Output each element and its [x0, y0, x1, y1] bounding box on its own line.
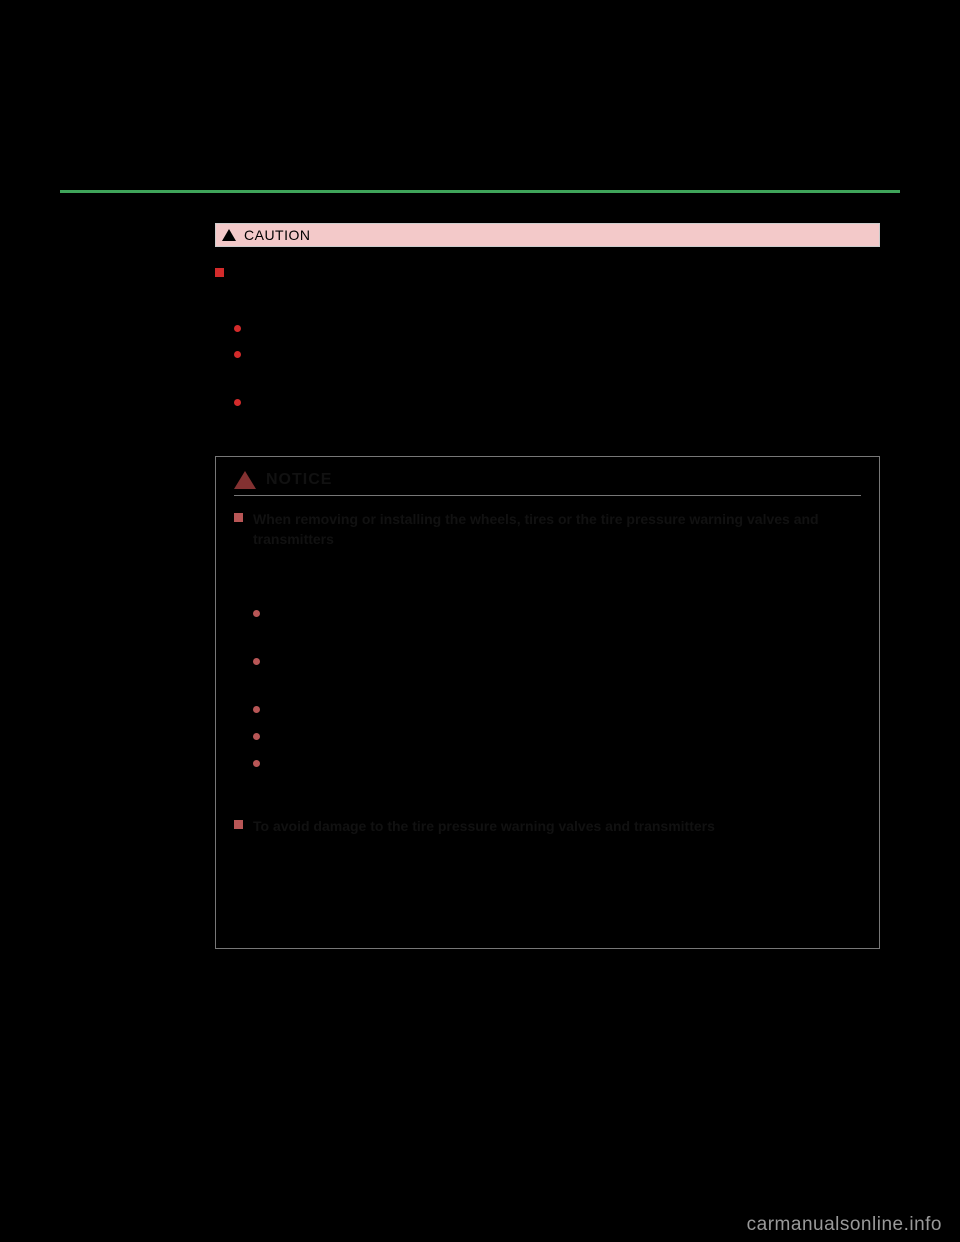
section-title: To avoid damage to the tire pressure war…: [253, 817, 715, 837]
notice-section-1: When removing or installing the wheels, …: [234, 510, 861, 796]
list-item: When the tire pressure warning valve and…: [253, 728, 861, 749]
list-item: When a tire pressure warning valve and t…: [253, 605, 861, 647]
content-column: CAUTION Cautions regarding the use of th…: [215, 223, 880, 949]
bullet-dot-icon: [234, 351, 241, 358]
section-title: When removing or installing the wheels, …: [253, 510, 861, 549]
section-head: To avoid damage to the tire pressure war…: [234, 817, 861, 837]
notice-header: NOTICE: [234, 471, 861, 496]
notice-box: NOTICE When removing or installing the w…: [215, 456, 880, 949]
section-intro: In the following situations, the tire pr…: [253, 555, 861, 597]
section-head: When removing or installing the wheels, …: [234, 510, 861, 549]
list-item: When a wheel without a tire pressure war…: [234, 320, 880, 341]
square-bullet-icon: [215, 268, 224, 277]
notice-triangle-icon: [234, 471, 256, 489]
bullet-list: When a wheel without a tire pressure war…: [234, 320, 880, 437]
bullet-dot-icon: [253, 733, 260, 740]
bullet-text: If a tire pressure warning valve and tra…: [251, 394, 880, 436]
notice-label: NOTICE: [266, 471, 332, 489]
list-item: If any tire pressure warning valve and t…: [253, 755, 861, 797]
bullet-dot-icon: [253, 610, 260, 617]
header-rule: [60, 190, 900, 193]
bullet-dot-icon: [234, 399, 241, 406]
bullet-text: When a tire is removed or installed with…: [270, 653, 861, 695]
list-item: When a tire is removed or installed with…: [253, 653, 861, 695]
bullet-text: When a wheel without a tire pressure war…: [251, 320, 700, 341]
list-item: If a tire pressure warning valve and tra…: [234, 394, 880, 436]
bullet-dot-icon: [253, 706, 260, 713]
section-paragraph: When a tire is repaired with liquid seal…: [253, 842, 861, 926]
bullet-text: When a tire pressure warning valve and t…: [270, 605, 861, 647]
square-bullet-icon: [234, 820, 243, 829]
list-item: When the tire pressure warning valve and…: [253, 701, 861, 722]
caution-label: CAUTION: [244, 227, 311, 243]
bullet-text: If a window tint that affects the radio …: [251, 346, 880, 388]
notice-section-2: To avoid damage to the tire pressure war…: [234, 817, 861, 926]
section-intro: In the following situations, turn the sy…: [234, 291, 880, 312]
warning-triangle-icon: [222, 229, 236, 241]
bullet-text: When the tire pressure warning valve and…: [270, 728, 702, 749]
list-item: If a window tint that affects the radio …: [234, 346, 880, 388]
square-bullet-icon: [234, 513, 243, 522]
bullet-list: When a tire pressure warning valve and t…: [253, 605, 861, 796]
bullet-dot-icon: [253, 760, 260, 767]
section-title: Cautions regarding the use of the system: [234, 265, 509, 285]
bullet-dot-icon: [234, 325, 241, 332]
section-head: Cautions regarding the use of the system: [215, 265, 880, 285]
watermark-text: carmanualsonline.info: [747, 1214, 942, 1236]
page: CAUTION Cautions regarding the use of th…: [60, 190, 900, 949]
bullet-text: If any tire pressure warning valve and t…: [270, 755, 861, 797]
caution-section: Cautions regarding the use of the system…: [215, 265, 880, 436]
bullet-text: When the tire pressure warning valve and…: [270, 701, 712, 722]
caution-bar: CAUTION: [215, 223, 880, 247]
bullet-dot-icon: [253, 658, 260, 665]
